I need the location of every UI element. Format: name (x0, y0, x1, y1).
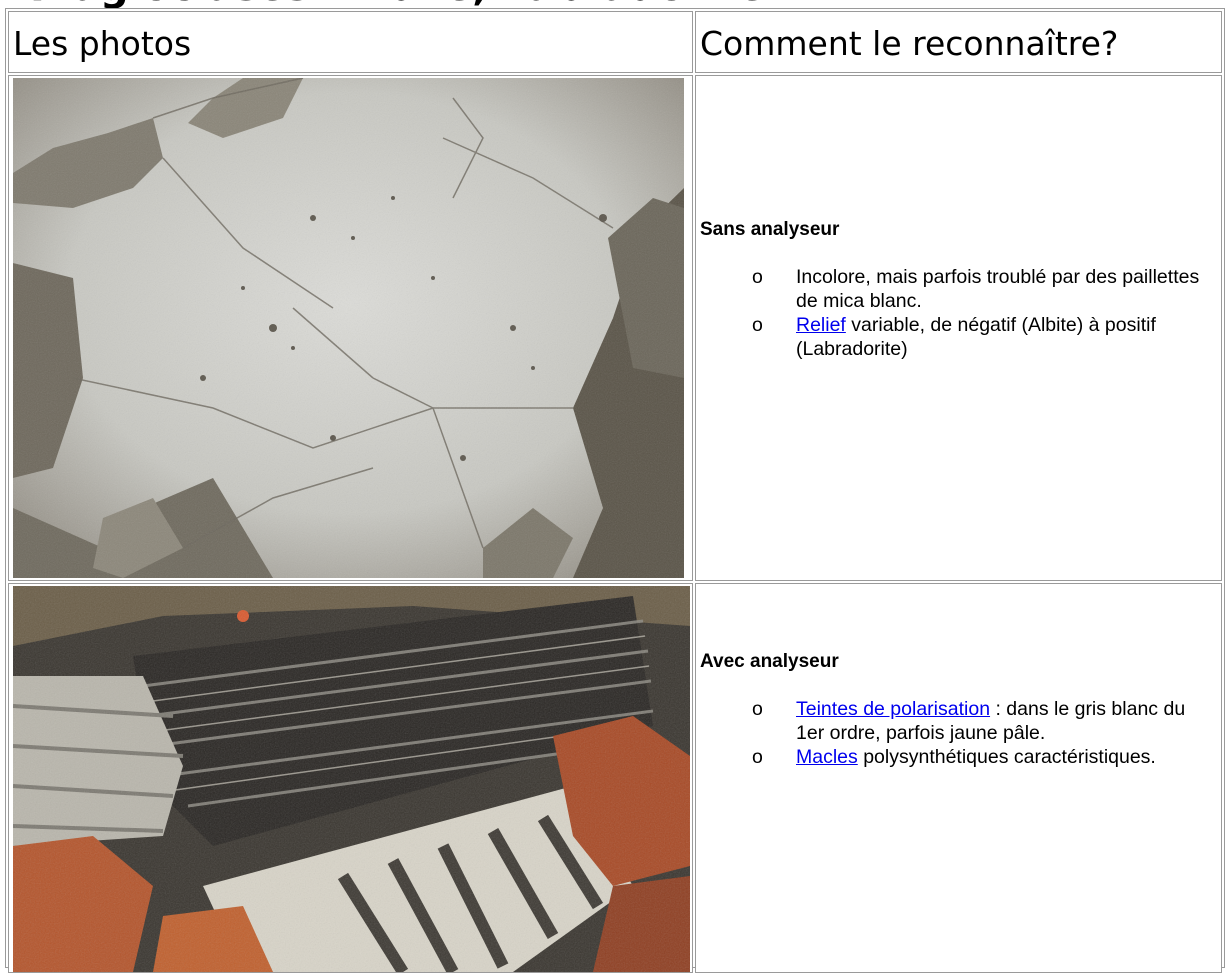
bullet-icon: o (752, 698, 763, 720)
macles-link[interactable]: Macles (796, 746, 858, 768)
list-item: o Teintes de polarisation : dans le gris… (752, 697, 1217, 745)
item-text-relief: variable, de négatif (Albite) à positif … (796, 314, 1156, 360)
photo-cell-plane-polarized (8, 75, 693, 581)
page-heading: Plagioclases: Albite, Labradorite (0, 0, 1227, 8)
photo-cell-cross-polarized (8, 583, 693, 973)
item-text-macles: polysynthétiques caractéristiques. (857, 746, 1156, 768)
section-title-sans-analyseur: Sans analyseur (700, 219, 840, 240)
header-photos: Les photos (8, 11, 693, 73)
description-cell-plane-polarized: Sans analyseur o Incolore, mais parfois … (695, 75, 1222, 581)
item-text-incolore: Incolore, mais parfois troublé par des p… (796, 266, 1200, 312)
section-title-avec-analyseur: Avec analyseur (700, 651, 839, 672)
thin-section-plane-polarized-photo (13, 78, 684, 578)
teintes-de-polarisation-link[interactable]: Teintes de polarisation (796, 698, 990, 720)
list-item: o Relief variable, de négatif (Albite) à… (752, 313, 1217, 361)
bullet-icon: o (752, 314, 763, 336)
description-cell-cross-polarized: Avec analyseur o Teintes de polarisation… (695, 583, 1222, 973)
bullet-icon: o (752, 746, 763, 768)
bullet-icon: o (752, 266, 763, 288)
property-list-cross-polarized: o Teintes de polarisation : dans le gris… (700, 697, 1217, 769)
thin-section-cross-polarized-photo (13, 586, 690, 972)
list-item: o Incolore, mais parfois troublé par des… (752, 265, 1217, 313)
header-recognize: Comment le reconnaître? (695, 11, 1222, 73)
relief-link[interactable]: Relief (796, 314, 846, 336)
list-item: o Macles polysynthétiques caractéristiqu… (752, 745, 1217, 769)
property-list-plane-polarized: o Incolore, mais parfois troublé par des… (700, 265, 1217, 361)
content-table: Les photos Comment le reconnaître? Sans … (5, 8, 1225, 973)
